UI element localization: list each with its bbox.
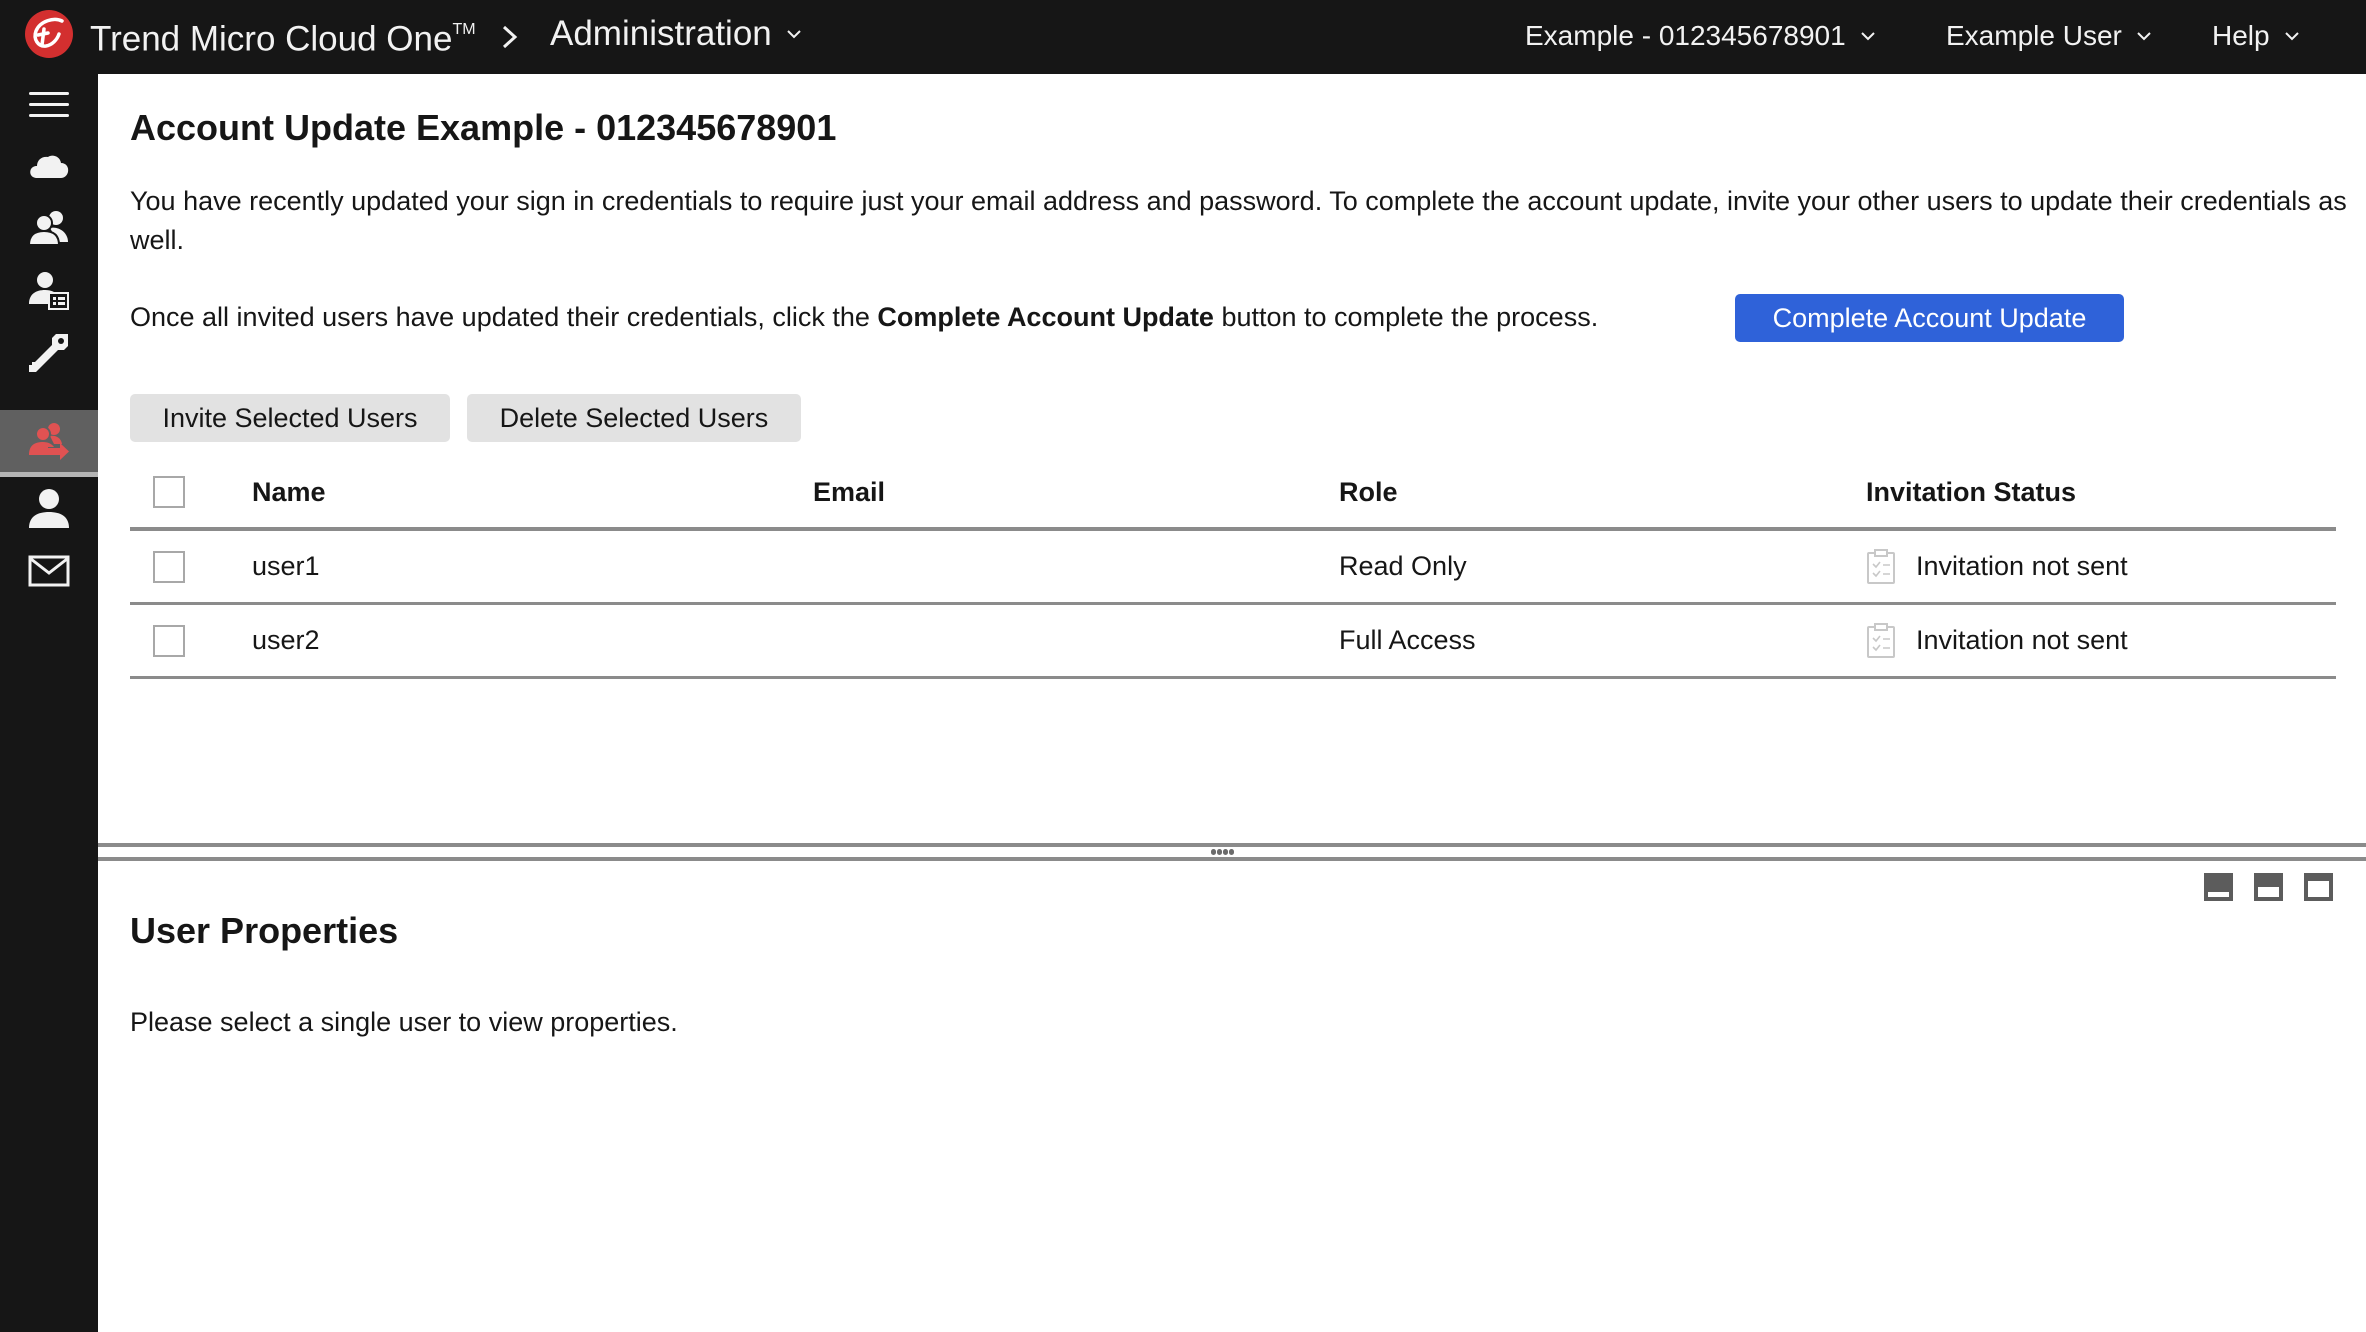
clipboard-checklist-icon xyxy=(1867,622,1895,658)
user-card-icon xyxy=(29,272,69,310)
sidebar-item-messages[interactable] xyxy=(0,540,98,602)
app-menu-administration[interactable]: Administration xyxy=(550,12,802,56)
user-properties-empty-message: Please select a single user to view prop… xyxy=(130,1007,678,1037)
account-menu-label: Example - 012345678901 xyxy=(1525,20,1846,51)
user-menu-label: Example User xyxy=(1946,20,2122,51)
column-header-email[interactable]: Email xyxy=(813,457,885,527)
sidebar-item-cloud[interactable] xyxy=(0,136,98,198)
user-name: user1 xyxy=(252,551,320,581)
chevron-down-icon xyxy=(1860,32,1875,41)
invitation-status-text: Invitation not sent xyxy=(1916,625,2128,655)
row-checkbox[interactable] xyxy=(153,624,185,657)
sidebar-item-roles[interactable] xyxy=(0,260,98,322)
column-header-role[interactable]: Role xyxy=(1339,457,1398,527)
brand-name[interactable]: Trend Micro Cloud OneTM xyxy=(90,12,476,62)
users-table: Name Email Role Invitation Status user1 … xyxy=(130,457,2336,679)
maximize-pane-button[interactable] xyxy=(2304,873,2333,901)
users-icon xyxy=(28,211,68,246)
chevron-right-icon xyxy=(502,25,518,49)
instruction-bold: Complete Account Update xyxy=(877,302,1214,332)
pane-splitter[interactable] xyxy=(98,843,2366,861)
chevron-down-icon xyxy=(2137,32,2151,41)
maximize-pane-icon xyxy=(2308,881,2329,897)
minimize-pane-icon xyxy=(2208,892,2229,897)
brand-text: Trend Micro Cloud One xyxy=(90,19,453,59)
sidebar-nav xyxy=(0,74,98,1332)
chevron-down-icon xyxy=(2284,32,2299,41)
intro-text: You have recently updated your sign in c… xyxy=(130,186,2347,255)
complete-account-update-button[interactable]: Complete Account Update xyxy=(1735,294,2124,342)
page-title: Account Update Example - 012345678901 xyxy=(130,107,837,148)
trend-micro-logo-icon[interactable] xyxy=(24,9,74,59)
user-role: Read Only xyxy=(1339,551,1467,581)
select-all-checkbox[interactable] xyxy=(153,476,185,508)
key-icon xyxy=(29,334,68,372)
table-row[interactable]: user2 Full Access Invitation not sent xyxy=(130,605,2336,679)
invitation-status-text: Invitation not sent xyxy=(1916,551,2128,581)
account-menu[interactable]: Example - 012345678901 xyxy=(1525,16,1876,56)
user-role: Full Access xyxy=(1339,625,1476,655)
top-bar: Trend Micro Cloud OneTM Administration E… xyxy=(0,0,2366,74)
help-menu-label: Help xyxy=(2212,20,2270,51)
instruction-suffix: button to complete the process. xyxy=(1221,302,1599,332)
app-menu-label: Administration xyxy=(550,14,772,53)
drag-handle-icon[interactable] xyxy=(1211,849,1235,855)
sidebar-item-api-keys[interactable] xyxy=(0,322,98,384)
column-header-invitation-status[interactable]: Invitation Status xyxy=(1866,457,2076,527)
sidebar-item-menu[interactable] xyxy=(0,74,98,136)
trademark: TM xyxy=(452,21,476,38)
cloud-icon xyxy=(30,155,69,178)
column-header-name[interactable]: Name xyxy=(252,457,326,527)
minimize-pane-button[interactable] xyxy=(2204,873,2233,901)
table-row[interactable]: user1 Read Only Invitation not sent xyxy=(130,531,2336,605)
sidebar-item-profile[interactable] xyxy=(0,478,98,540)
delete-selected-users-button[interactable]: Delete Selected Users xyxy=(467,394,801,442)
row-checkbox[interactable] xyxy=(153,550,185,583)
chevron-down-icon xyxy=(787,30,801,39)
user-name: user2 xyxy=(252,625,320,655)
sidebar-item-users[interactable] xyxy=(0,198,98,260)
table-header: Name Email Role Invitation Status xyxy=(130,457,2336,531)
half-pane-icon xyxy=(2258,887,2279,897)
help-menu[interactable]: Help xyxy=(2212,16,2300,56)
half-pane-button[interactable] xyxy=(2254,873,2283,901)
hamburger-icon xyxy=(29,92,69,117)
invitation-status: Invitation not sent xyxy=(1866,605,2128,676)
user-menu[interactable]: Example User xyxy=(1946,16,2152,56)
main-content: Account Update Example - 012345678901 Yo… xyxy=(98,74,2366,1332)
instruction-prefix: Once all invited users have updated thei… xyxy=(130,302,870,332)
users-arrow-icon xyxy=(29,423,69,460)
clipboard-checklist-icon xyxy=(1867,548,1895,584)
invite-selected-users-button[interactable]: Invite Selected Users xyxy=(130,394,450,442)
user-icon xyxy=(29,489,69,528)
envelope-icon xyxy=(28,555,70,587)
sidebar-item-account-update[interactable] xyxy=(0,410,98,477)
user-properties-title: User Properties xyxy=(130,910,399,951)
invitation-status: Invitation not sent xyxy=(1866,531,2128,602)
